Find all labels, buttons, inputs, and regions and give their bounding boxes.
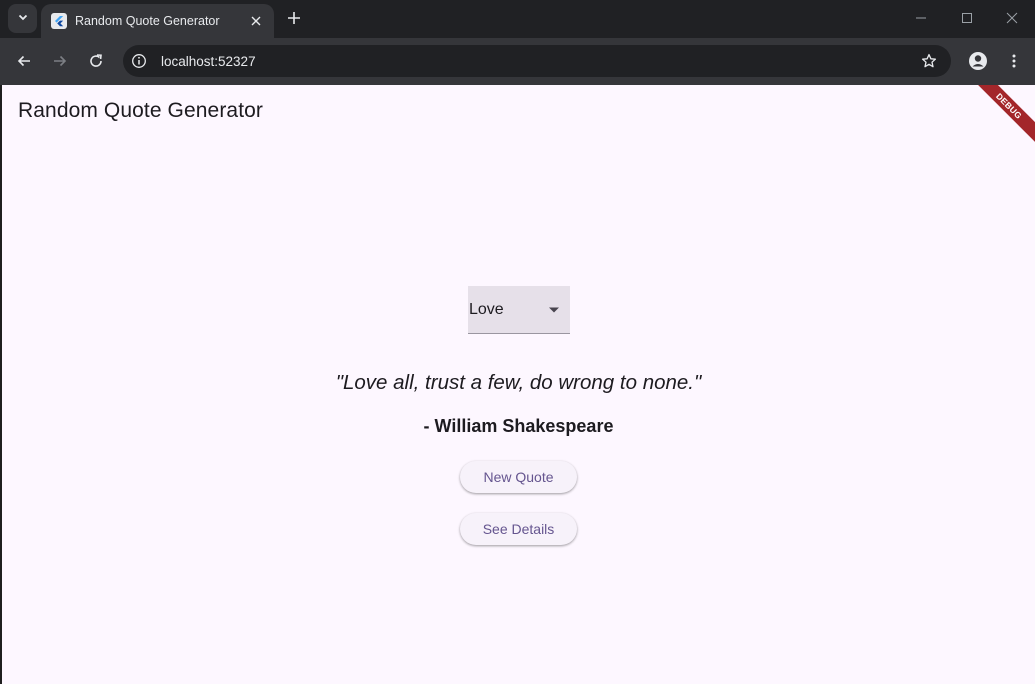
flutter-icon [51,13,67,29]
profile-button[interactable] [964,47,992,75]
chevron-down-icon [17,10,29,28]
close-tab-button[interactable] [244,9,268,33]
browser-window: Random Quote Generator localhost:52327 R… [0,0,1035,684]
browser-toolbar: localhost:52327 [0,38,1035,85]
site-info-button[interactable] [125,47,153,75]
quote-text: "Love all, trust a few, do wrong to none… [335,371,702,394]
app-bar-title: Random Quote Generator [18,99,264,122]
star-icon [921,53,937,68]
dropdown-selected-value: Love [469,300,504,318]
reload-button[interactable] [82,47,110,75]
close-icon [1006,12,1018,24]
url-text: localhost:52327 [161,53,256,69]
account-icon [969,52,987,70]
plus-icon [288,12,300,24]
arrow-left-icon [17,55,30,67]
bookmark-button[interactable] [915,47,943,75]
close-icon [251,16,261,26]
close-window-button[interactable] [989,0,1035,36]
quote-author: - William Shakespeare [423,416,614,436]
address-bar[interactable]: localhost:52327 [123,45,951,77]
tab-title: Random Quote Generator [75,14,220,28]
tab-strip: Random Quote Generator [0,0,1035,38]
arrow-right-icon [54,55,67,67]
category-dropdown[interactable]: Love [468,286,570,334]
page-viewport: Random Quote Generator DEBUG Love "Love … [2,85,1035,684]
maximize-button[interactable] [944,0,990,36]
browser-tab[interactable]: Random Quote Generator [41,4,274,38]
new-quote-button[interactable]: New Quote [460,461,577,493]
kebab-menu-icon [1012,54,1016,68]
debug-banner: DEBUG [961,85,1035,154]
back-button[interactable] [10,47,38,75]
new-tab-button[interactable] [282,6,306,30]
minimize-button[interactable] [898,0,944,36]
info-icon [132,54,146,68]
maximize-icon [962,13,972,23]
minimize-icon [916,17,926,19]
tab-search-button[interactable] [8,4,37,33]
browser-menu-button[interactable] [1000,47,1028,75]
reload-icon [90,54,102,67]
forward-button[interactable] [46,47,74,75]
see-details-button[interactable]: See Details [460,513,577,545]
dropdown-arrow-icon [542,298,566,322]
